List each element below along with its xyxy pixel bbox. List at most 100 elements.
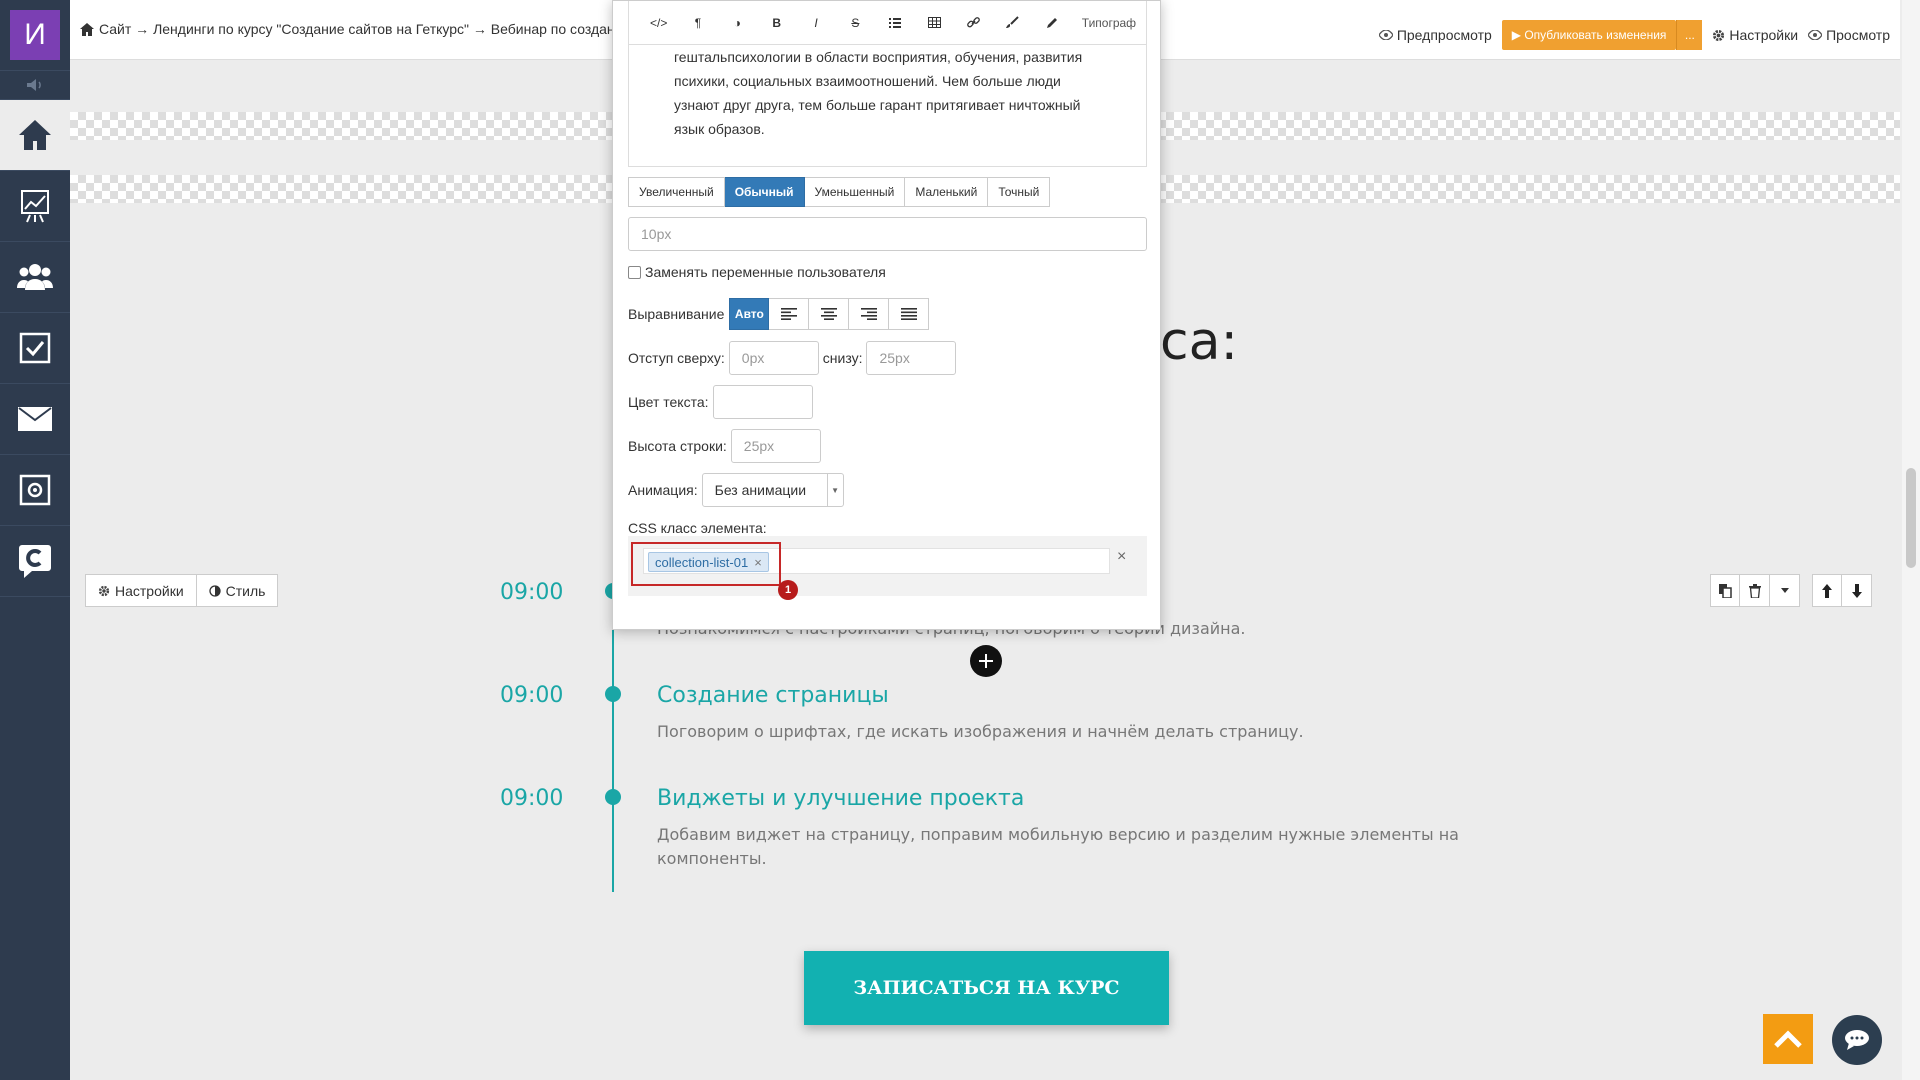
chat-c-icon — [19, 545, 51, 578]
link-icon[interactable] — [954, 16, 993, 29]
block-tools — [1710, 574, 1872, 607]
plus-icon — [979, 654, 993, 668]
preview-link[interactable]: Предпросмотр — [1378, 27, 1492, 43]
block-settings-label: Настройки — [115, 582, 184, 599]
timeline-time: 09:00 — [500, 683, 564, 708]
preview-label: Предпросмотр — [1396, 27, 1492, 43]
editor-text-area[interactable]: гештальпсихологии в области восприятия, … — [628, 45, 1147, 167]
clear-css-icon[interactable]: × — [1117, 548, 1126, 566]
block-settings-button[interactable]: Настройки — [85, 574, 197, 607]
arrow-up-icon — [1822, 583, 1832, 598]
replace-vars-checkbox[interactable] — [628, 265, 641, 279]
view-link[interactable]: Просмотр — [1808, 27, 1890, 43]
tab-size-small[interactable]: Маленький — [905, 177, 989, 207]
margin-bottom-label: снизу: — [822, 350, 863, 366]
chevron-up-icon — [1774, 1030, 1802, 1048]
settings-label: Настройки — [1729, 27, 1799, 43]
align-right-button[interactable] — [849, 298, 890, 330]
text-editor-panel: </> ¶ ◑ B I S Типограф гештальпсихологии… — [612, 0, 1161, 630]
settings-box-icon — [19, 474, 51, 506]
sidebar-item-settings[interactable] — [0, 455, 70, 526]
timeline-title: Виджеты и улучшение проекта — [657, 786, 1025, 811]
margin-top-label: Отступ сверху: — [628, 350, 725, 366]
sidebar-item-messages[interactable] — [0, 526, 70, 597]
font-size-input[interactable]: 10px — [628, 217, 1147, 251]
text-color-row: Цвет текста: — [628, 385, 813, 419]
strikethrough-icon[interactable]: S — [836, 16, 875, 30]
animation-label: Анимация: — [628, 482, 698, 498]
line-height-input[interactable]: 25px — [730, 429, 821, 463]
alignment-row: Выравнивание Авто — [628, 298, 930, 330]
annotation-badge: 1 — [778, 580, 798, 600]
scroll-top-button[interactable] — [1763, 1014, 1813, 1064]
enroll-button[interactable]: ЗАПИСАТЬСЯ НА КУРС — [804, 951, 1169, 1025]
align-justify-icon — [900, 308, 917, 320]
user-avatar[interactable]: И — [10, 10, 60, 60]
page-scrollbar[interactable] — [1902, 0, 1920, 1080]
align-center-icon — [820, 308, 837, 320]
align-auto-button[interactable]: Авто — [729, 298, 770, 330]
alignment-label: Выравнивание — [628, 306, 725, 322]
margin-row: Отступ сверху: 0px снизу: 25px — [628, 341, 957, 375]
delete-block-button[interactable] — [1740, 574, 1770, 607]
replace-vars-label: Заменять переменные пользователя — [645, 264, 886, 280]
chat-bubble-icon — [1845, 1030, 1869, 1050]
home-small-icon — [80, 22, 94, 36]
copy-icon — [1718, 583, 1732, 598]
code-view-icon[interactable]: </> — [639, 16, 678, 30]
tab-size-large[interactable]: Увеличенный — [628, 177, 725, 207]
margin-bottom-input[interactable]: 25px — [866, 341, 957, 375]
breadcrumb-text[interactable]: Сайт → Лендинги по курсу "Создание сайто… — [99, 21, 615, 37]
align-center-button[interactable] — [809, 298, 850, 330]
annotation-highlight-box — [631, 542, 781, 586]
move-up-button[interactable] — [1812, 574, 1842, 607]
line-height-row: Высота строки: 25px — [628, 429, 821, 463]
italic-icon[interactable]: I — [796, 16, 835, 30]
contrast-icon[interactable]: ◑ — [718, 16, 757, 30]
volume-icon[interactable] — [0, 70, 70, 100]
pencil-icon[interactable] — [1032, 17, 1071, 29]
tasks-icon — [19, 332, 51, 364]
table-icon[interactable] — [914, 17, 953, 28]
publish-button[interactable]: ▶ Опубликовать изменения — [1501, 20, 1677, 50]
copy-block-button[interactable] — [1710, 574, 1740, 607]
view-label: Просмотр — [1826, 27, 1890, 43]
section-title: са: — [1160, 312, 1238, 372]
breadcrumb[interactable]: Сайт → Лендинги по курсу "Создание сайто… — [80, 21, 615, 37]
block-style-label: Стиль — [225, 582, 266, 599]
paragraph-icon[interactable]: ¶ — [678, 16, 717, 30]
sidebar-item-home[interactable] — [0, 100, 70, 171]
margin-top-input[interactable]: 0px — [728, 341, 819, 375]
tab-size-reduced[interactable]: Уменьшенный — [804, 177, 906, 207]
bold-icon[interactable]: B — [757, 16, 796, 30]
sidebar-item-stats[interactable] — [0, 171, 70, 242]
font-size-tabs: Увеличенный Обычный Уменьшенный Маленьки… — [628, 177, 1051, 207]
text-color-input[interactable] — [712, 385, 813, 419]
sidebar-item-mail[interactable] — [0, 384, 70, 455]
sidebar-item-users[interactable] — [0, 242, 70, 313]
tab-size-exact[interactable]: Точный — [988, 177, 1051, 207]
sidebar-item-tasks[interactable] — [0, 313, 70, 384]
timeline-dot — [605, 686, 621, 702]
block-menu-dropdown[interactable] — [1770, 574, 1800, 607]
animation-select[interactable]: Без анимации ▼ — [701, 473, 844, 507]
block-style-button[interactable]: Стиль — [196, 574, 279, 607]
line-height-label: Высота строки: — [628, 438, 727, 454]
typograph-button[interactable]: Типограф — [1072, 16, 1146, 30]
align-justify-button[interactable] — [889, 298, 930, 330]
eye-icon — [1378, 30, 1393, 40]
chat-widget-button[interactable] — [1832, 1015, 1882, 1065]
list-icon[interactable] — [875, 17, 914, 28]
timeline-time: 09:00 — [500, 786, 564, 811]
tab-size-normal[interactable]: Обычный — [724, 177, 805, 207]
replace-vars-row: Заменять переменные пользователя — [628, 264, 886, 280]
settings-link[interactable]: Настройки — [1712, 27, 1798, 43]
publish-more-button[interactable]: ... — [1676, 20, 1703, 50]
scrollbar-thumb[interactable] — [1906, 468, 1916, 568]
contrast-icon — [209, 584, 221, 597]
add-block-button[interactable] — [970, 645, 1002, 677]
brush-icon[interactable] — [993, 16, 1032, 29]
animation-row: Анимация: Без анимации ▼ — [628, 473, 844, 507]
move-down-button[interactable] — [1842, 574, 1872, 607]
align-left-button[interactable] — [769, 298, 810, 330]
